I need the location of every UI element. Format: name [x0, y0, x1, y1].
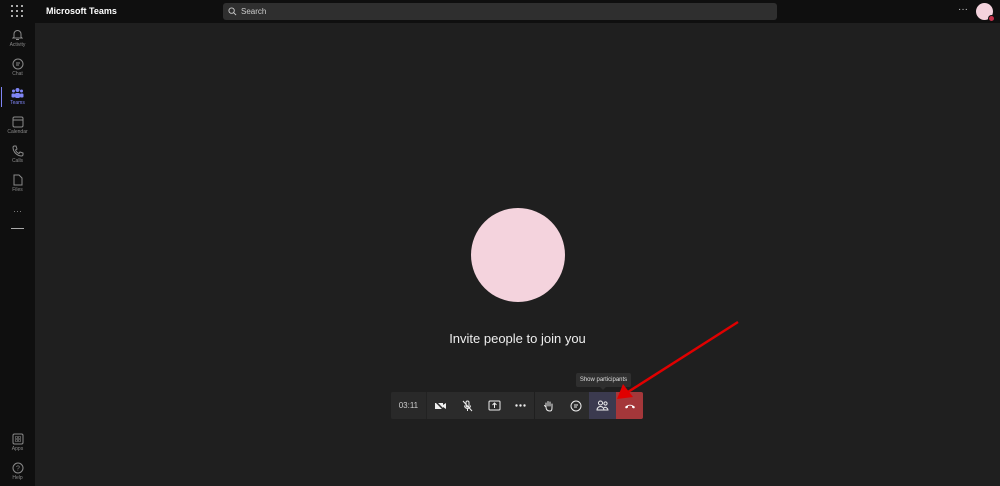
more-options-icon[interactable]: ··· — [958, 4, 968, 15]
rail-item-calls[interactable]: Calls — [0, 145, 35, 164]
help-icon: ? — [12, 462, 23, 474]
apps-icon — [12, 433, 23, 445]
camera-toggle-button[interactable] — [427, 392, 454, 419]
rail-label: Teams — [10, 100, 25, 106]
invite-text: Invite people to join you — [449, 331, 586, 346]
more-apps-icon[interactable]: ··· — [0, 206, 35, 216]
mic-off-icon — [462, 400, 473, 411]
calendar-icon — [12, 116, 23, 128]
top-bar: Microsoft Teams Search ··· — [0, 0, 1000, 23]
file-icon — [13, 174, 22, 186]
rail-divider — [11, 228, 24, 229]
hand-icon — [544, 400, 553, 412]
rail-item-teams[interactable]: Teams — [0, 87, 35, 107]
teams-icon — [11, 88, 24, 98]
rail-label: Calls — [11, 158, 24, 164]
rail-item-apps[interactable]: Apps — [0, 433, 35, 452]
participant-avatar — [471, 208, 565, 302]
participants-icon — [596, 400, 609, 411]
more-actions-button[interactable] — [508, 392, 535, 419]
chat-icon — [570, 400, 582, 411]
search-icon — [228, 7, 237, 16]
share-tray-icon — [488, 400, 501, 411]
rail-label: Apps — [11, 446, 24, 452]
rail-item-calendar[interactable]: Calendar — [0, 116, 35, 135]
show-participants-button[interactable] — [589, 392, 617, 419]
app-title: Microsoft Teams — [46, 6, 117, 16]
rail-item-files[interactable]: Files — [0, 174, 35, 193]
ellipsis-icon — [515, 404, 527, 407]
search-placeholder: Search — [241, 7, 267, 16]
search-input[interactable]: Search — [223, 3, 777, 20]
rail-label: Calendar — [7, 129, 28, 135]
app-launcher-icon[interactable] — [11, 5, 24, 18]
chat-button[interactable] — [562, 392, 589, 419]
rail-item-activity[interactable]: Activity — [0, 29, 35, 48]
svg-text:?: ? — [16, 466, 20, 473]
mic-toggle-button[interactable] — [454, 392, 481, 419]
rail-label: Files — [12, 187, 23, 193]
rail-item-chat[interactable]: Chat — [0, 58, 35, 77]
call-toolbar: 03:11 — [391, 392, 643, 419]
raise-hand-button[interactable] — [535, 392, 562, 419]
call-timer: 03:11 — [391, 392, 427, 419]
rail-label: Help — [12, 475, 23, 481]
rail-item-help[interactable]: ? Help — [0, 462, 35, 481]
rail-label: Chat — [12, 71, 23, 77]
phone-icon — [11, 145, 23, 157]
chat-icon — [12, 58, 23, 70]
camera-off-icon — [434, 400, 446, 411]
tooltip: Show participants — [576, 373, 631, 390]
status-badge — [988, 15, 995, 22]
profile-avatar[interactable] — [976, 3, 995, 22]
app-rail: Activity Chat Teams Calendar Calls Files… — [0, 23, 35, 486]
hang-up-icon — [624, 404, 635, 408]
share-screen-button[interactable] — [481, 392, 508, 419]
bell-icon — [12, 30, 23, 40]
rail-label: Activity — [9, 42, 26, 48]
hang-up-button[interactable] — [616, 392, 643, 419]
